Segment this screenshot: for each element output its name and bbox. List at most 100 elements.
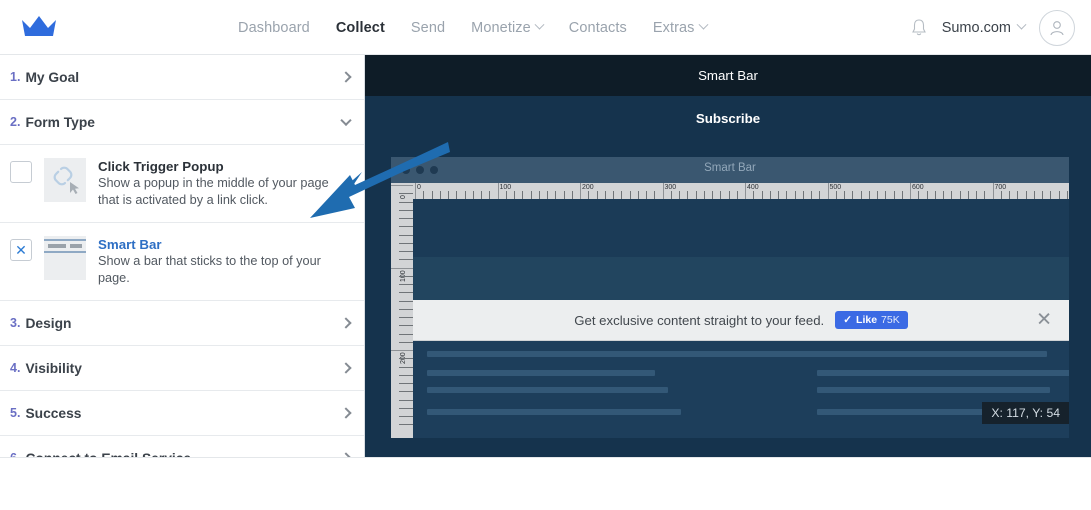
ruler-minor-tick: [588, 191, 590, 199]
smart-bar-preview[interactable]: Get exclusive content straight to your f…: [413, 300, 1069, 341]
preview-panel: Smart Bar Subscribe Smart Bar 0 100 200 300…: [365, 55, 1091, 457]
placeholder-line: [817, 387, 1050, 393]
ruler-minor-tick: [844, 191, 845, 199]
ruler-minor-tick: [877, 191, 878, 199]
ruler-label: 600: [912, 184, 924, 191]
ruler-minor-tick: [399, 234, 413, 236]
placeholder-line: [427, 370, 655, 376]
sumo-crown-logo[interactable]: [20, 14, 58, 40]
cursor-coordinates-readout: X: 117, Y: 54: [982, 402, 1069, 424]
nav-item-extras[interactable]: Extras: [653, 20, 708, 36]
horizontal-ruler: 0 100 200 300 400 500 600 700: [413, 183, 1069, 199]
ruler-label: 200: [582, 184, 594, 191]
sidebar-step-my-goal[interactable]: 1. My Goal: [0, 55, 364, 100]
ruler-minor-tick: [637, 191, 639, 199]
nav-item-label: Contacts: [568, 19, 627, 36]
browser-titlebar: Smart Bar: [391, 157, 1069, 183]
ruler-minor-tick: [918, 191, 920, 199]
form-type-checkbox[interactable]: [10, 161, 32, 183]
form-type-checkbox[interactable]: ✕: [10, 239, 32, 261]
nav-links: Dashboard Collect Send Monetize Contacts…: [238, 0, 708, 55]
sidebar-step-design[interactable]: 3. Design: [0, 301, 364, 346]
step-number: 2.: [10, 115, 21, 129]
form-type-description: Show a popup in the middle of your page …: [98, 176, 329, 207]
ruler-minor-tick: [481, 191, 482, 199]
ruler-minor-tick: [984, 191, 986, 199]
ruler-minor-tick: [472, 191, 474, 199]
ruler-minor-tick: [934, 191, 936, 199]
ruler-minor-tick: [811, 191, 812, 199]
ruler-minor-tick: [399, 275, 413, 277]
facebook-like-button[interactable]: ✓ Like 75K: [835, 311, 908, 329]
close-icon[interactable]: ✕: [1036, 311, 1052, 330]
ruler-minor-tick: [399, 259, 413, 261]
ruler-minor-tick: [646, 191, 647, 199]
ruler-major-tick: [391, 350, 413, 351]
ruler-minor-tick: [943, 191, 944, 199]
placeholder-line: [427, 409, 681, 415]
ruler-minor-tick: [399, 292, 413, 294]
ruler-minor-tick: [893, 191, 895, 199]
ruler-minor-tick: [399, 308, 413, 310]
ruler-minor-tick: [464, 191, 466, 199]
sidebar-step-visibility[interactable]: 4. Visibility: [0, 346, 364, 391]
ruler-label: 300: [664, 184, 677, 191]
ruler-minor-tick: [448, 191, 449, 199]
nav-item-send[interactable]: Send: [411, 20, 445, 36]
user-avatar-icon[interactable]: [1039, 9, 1075, 46]
nav-item-contacts[interactable]: Contacts: [569, 20, 627, 36]
ruler-minor-tick: [794, 191, 796, 199]
ruler-minor-tick: [555, 191, 557, 199]
form-type-option-smart-bar[interactable]: ✕ Smart Bar Show a bar that sticks to th…: [0, 223, 364, 301]
ruler-minor-tick: [399, 325, 413, 327]
ruler-minor-tick: [1000, 191, 1002, 199]
ruler-minor-tick: [901, 191, 903, 199]
ruler-minor-tick: [1025, 191, 1027, 199]
ruler-minor-tick: [736, 191, 738, 199]
notification-bell-icon[interactable]: [910, 18, 928, 38]
ruler-minor-tick: [399, 317, 413, 318]
check-icon: ✓: [843, 314, 853, 326]
ruler-minor-tick: [926, 191, 928, 199]
step-label: Form Type: [25, 114, 95, 130]
ruler-minor-tick: [399, 424, 413, 426]
step-number: 4.: [10, 361, 21, 375]
ruler-minor-tick: [1042, 191, 1043, 199]
ruler-minor-tick: [629, 191, 631, 199]
ruler-minor-tick: [399, 226, 413, 228]
ruler-minor-tick: [399, 193, 413, 195]
ruler-minor-tick: [505, 191, 507, 199]
ruler-minor-tick: [399, 358, 413, 360]
ruler-minor-tick: [522, 191, 524, 199]
ruler-minor-tick: [538, 191, 540, 199]
step-label: Visibility: [25, 360, 82, 376]
app-root: Dashboard Collect Send Monetize Contacts…: [0, 0, 1091, 510]
ruler-minor-tick: [399, 333, 413, 335]
ruler-major-tick: [391, 185, 413, 186]
form-type-text: Smart Bar Show a bar that sticks to the …: [98, 236, 343, 287]
ruler-minor-tick: [423, 191, 425, 199]
wizard-sidebar: 1. My Goal 2. Form Type Click Trigger Po…: [0, 55, 365, 481]
ruler-minor-tick: [613, 191, 614, 199]
nav-item-label: Collect: [335, 19, 385, 36]
form-type-text: Click Trigger Popup Show a popup in the …: [98, 158, 343, 209]
ruler-minor-tick: [695, 191, 697, 199]
sidebar-step-success[interactable]: 5. Success: [0, 391, 364, 436]
ruler-minor-tick: [786, 191, 788, 199]
ruler-minor-tick: [399, 251, 413, 252]
ruler-minor-tick: [399, 242, 413, 244]
sidebar-step-form-type[interactable]: 2. Form Type: [0, 100, 364, 145]
account-label: Sumo.com: [941, 19, 1011, 36]
form-type-option-click-trigger-popup[interactable]: Click Trigger Popup Show a popup in the …: [0, 145, 364, 223]
ruler-minor-tick: [860, 191, 862, 199]
page-band: [413, 199, 1069, 257]
form-type-description: Show a bar that sticks to the top of you…: [98, 254, 321, 285]
nav-item-monetize[interactable]: Monetize: [471, 20, 545, 36]
smart-bar-thumbnail-icon: [44, 236, 86, 280]
account-menu[interactable]: Sumo.com: [941, 19, 1027, 36]
chevron-right-icon: [340, 71, 352, 83]
nav-item-dashboard[interactable]: Dashboard: [238, 20, 310, 36]
ruler-minor-tick: [1058, 191, 1060, 199]
nav-item-collect[interactable]: Collect: [336, 20, 385, 36]
ruler-major-tick: [580, 183, 581, 199]
